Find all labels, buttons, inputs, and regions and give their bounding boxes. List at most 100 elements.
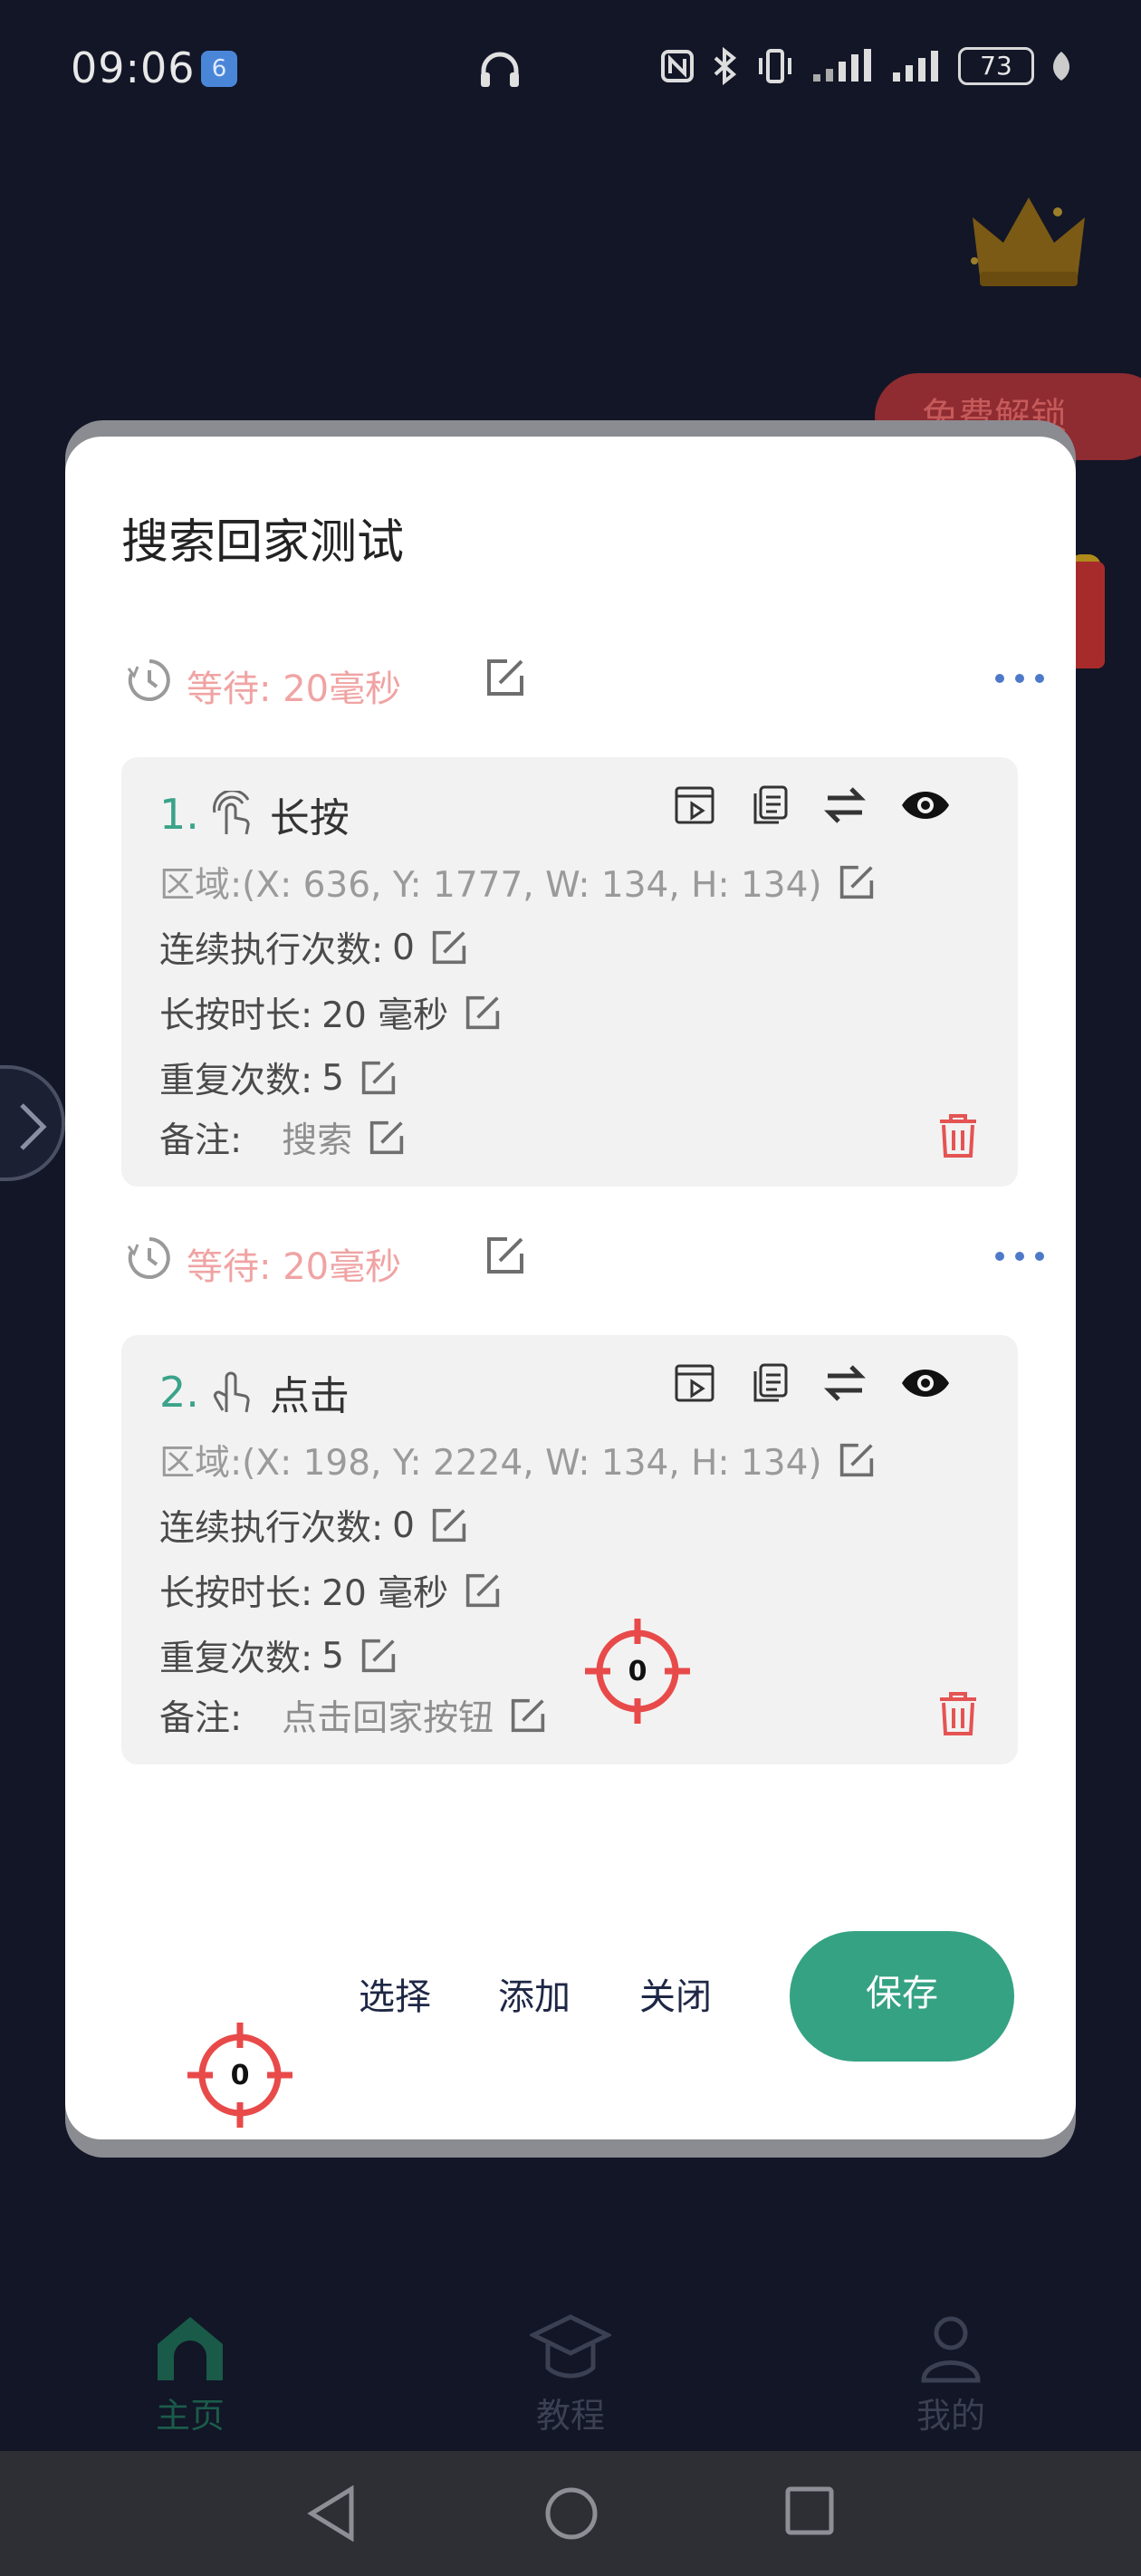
- status-time: 09:06: [71, 43, 196, 92]
- step-type: 长按: [269, 795, 350, 841]
- headphones-icon: [481, 52, 519, 87]
- edit-icon[interactable]: [485, 658, 525, 697]
- step-number: 2.: [159, 1368, 199, 1417]
- save-button[interactable]: 保存: [790, 1931, 1014, 2062]
- home-circle-icon[interactable]: [543, 2485, 599, 2542]
- copy-icon[interactable]: [750, 784, 790, 826]
- duration-label: 长按时长:: [159, 995, 313, 1036]
- repeat-value: 5: [321, 1057, 344, 1099]
- crosshair-label: 0: [628, 1655, 647, 1687]
- edit-icon[interactable]: [369, 1120, 405, 1156]
- leaf-icon: [1053, 52, 1069, 81]
- region-text: 区域:(X: 198, Y: 2224, W: 134, H: 134): [159, 1443, 822, 1484]
- exec-count-line: 连续执行次数: 0: [159, 1500, 467, 1551]
- region-line: 区域:(X: 198, Y: 2224, W: 134, H: 134): [159, 1435, 875, 1485]
- region-text: 区域:(X: 636, Y: 1777, W: 134, H: 134): [159, 865, 822, 906]
- repeat-line: 重复次数: 5: [159, 1630, 397, 1681]
- edit-icon[interactable]: [465, 1572, 501, 1609]
- dialog-title: 搜索回家测试: [121, 515, 405, 570]
- repeat-label: 重复次数:: [159, 1061, 313, 1101]
- step-toolbar: [674, 1362, 951, 1404]
- nav-tutorial-label: 教程: [535, 2396, 605, 2436]
- long-press-finger-icon: [212, 791, 250, 835]
- step-header: 2. 点击: [159, 1362, 350, 1422]
- duration-line: 长按时长: 20 毫秒: [159, 987, 501, 1038]
- note-line: 备注: 点击回家按钮: [159, 1690, 546, 1741]
- edit-icon[interactable]: [360, 1060, 397, 1096]
- vibrate-icon: [759, 49, 791, 83]
- close-button[interactable]: 关闭: [639, 1967, 712, 2020]
- status-bar: 09:06 6 73: [0, 0, 1141, 136]
- graduation-cap-icon: [530, 2314, 611, 2379]
- chevron-right-icon: [20, 1103, 47, 1150]
- crosshair-target[interactable]: 0: [186, 2021, 294, 2129]
- exec-count-value: 0: [392, 1504, 415, 1546]
- note-label: 备注:: [159, 1698, 243, 1739]
- eye-icon[interactable]: [900, 789, 951, 822]
- wait-label: 等待: 20毫秒: [187, 1246, 402, 1288]
- step-card[interactable]: 1. 长按 区域:(X: 636, Y: 1777, W: 134, H: 13…: [121, 757, 1018, 1187]
- nfc-icon: [661, 50, 694, 82]
- step-header: 1. 长按: [159, 784, 350, 844]
- play-window-icon[interactable]: [674, 1363, 715, 1403]
- bluetooth-icon: [714, 47, 737, 85]
- repeat-label: 重复次数:: [159, 1639, 313, 1679]
- status-icons: 73: [659, 47, 1072, 85]
- back-icon[interactable]: [306, 2485, 357, 2542]
- duration-value: 20 毫秒: [321, 1573, 449, 1614]
- crosshair-target[interactable]: 0: [583, 1617, 692, 1725]
- recents-icon[interactable]: [784, 2485, 835, 2536]
- crosshair-label: 0: [230, 2059, 250, 2091]
- system-navigation-bar: [0, 2451, 1141, 2576]
- more-options-icon[interactable]: [992, 656, 1047, 701]
- duration-label: 长按时长:: [159, 1573, 313, 1614]
- edit-icon[interactable]: [465, 995, 501, 1031]
- edit-icon[interactable]: [510, 1697, 546, 1734]
- wait-row: 等待: 20毫秒: [127, 1228, 1044, 1292]
- note-line: 备注: 搜索: [159, 1112, 405, 1163]
- nav-home-label: 主页: [155, 2396, 225, 2436]
- note-label: 备注:: [159, 1120, 243, 1161]
- trash-icon[interactable]: [936, 1690, 980, 1737]
- edit-icon[interactable]: [431, 1507, 467, 1543]
- side-expand-tab[interactable]: [0, 1065, 65, 1181]
- exec-count-line: 连续执行次数: 0: [159, 922, 467, 973]
- copy-icon[interactable]: [750, 1362, 790, 1404]
- edit-icon[interactable]: [485, 1235, 525, 1275]
- bottom-nav: 主页 教程 我的: [0, 2292, 1141, 2455]
- edit-icon[interactable]: [360, 1638, 397, 1674]
- nav-mine-label: 我的: [916, 2396, 985, 2436]
- wait-label: 等待: 20毫秒: [187, 668, 402, 710]
- note-value: 搜索: [282, 1120, 353, 1161]
- tap-finger-icon: [213, 1371, 250, 1413]
- edit-icon[interactable]: [431, 929, 467, 966]
- repeat-value: 5: [321, 1635, 344, 1677]
- nav-mine[interactable]: 我的: [878, 2312, 1023, 2437]
- play-window-icon[interactable]: [674, 785, 715, 825]
- swap-icon[interactable]: [824, 785, 866, 825]
- crown-icon[interactable]: [967, 190, 1090, 290]
- region-line: 区域:(X: 636, Y: 1777, W: 134, H: 134): [159, 857, 875, 908]
- add-button[interactable]: 添加: [498, 1967, 570, 2020]
- more-options-icon[interactable]: [992, 1234, 1047, 1279]
- nav-home[interactable]: 主页: [118, 2312, 263, 2437]
- trash-icon[interactable]: [936, 1112, 980, 1159]
- exec-count-label: 连续执行次数:: [159, 1508, 384, 1549]
- step-toolbar: [674, 784, 951, 826]
- clock-icon: [127, 1237, 170, 1279]
- swap-icon[interactable]: [824, 1363, 866, 1403]
- battery-indicator: 73: [958, 47, 1034, 85]
- notification-app-icon: 6: [201, 51, 237, 87]
- edit-icon[interactable]: [839, 864, 875, 900]
- step-card[interactable]: 2. 点击 区域:(X: 198, Y: 2224, W: 134, H: 13…: [121, 1335, 1018, 1764]
- select-button[interactable]: 选择: [359, 1967, 431, 2020]
- duration-line: 长按时长: 20 毫秒: [159, 1565, 501, 1616]
- exec-count-label: 连续执行次数:: [159, 930, 384, 971]
- eye-icon[interactable]: [900, 1367, 951, 1399]
- signal-2-icon: [893, 51, 938, 82]
- duration-value: 20 毫秒: [321, 995, 449, 1036]
- clock-icon: [127, 659, 170, 701]
- repeat-line: 重复次数: 5: [159, 1053, 397, 1103]
- edit-icon[interactable]: [839, 1442, 875, 1478]
- nav-tutorial[interactable]: 教程: [498, 2312, 643, 2437]
